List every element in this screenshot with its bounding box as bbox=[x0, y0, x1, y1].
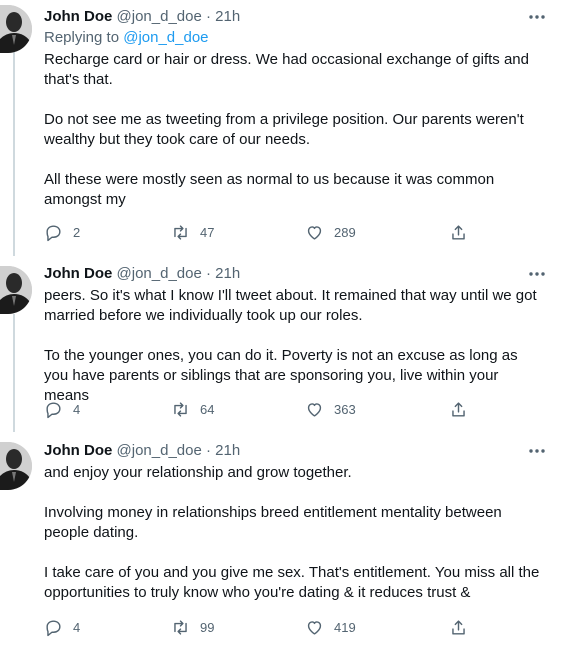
reply-count: 4 bbox=[73, 619, 81, 635]
reply-button[interactable]: 4 bbox=[44, 617, 80, 637]
share-icon bbox=[452, 401, 465, 417]
avatar[interactable] bbox=[0, 5, 32, 53]
tweet-actions: 4 64 363 bbox=[44, 399, 484, 419]
reply-count: 2 bbox=[73, 224, 81, 240]
share-button[interactable] bbox=[449, 399, 468, 419]
reply-button[interactable]: 2 bbox=[44, 222, 80, 242]
tweet-paragraph: Recharge card or hair or dress. We had o… bbox=[44, 51, 529, 88]
retweet-button[interactable]: 47 bbox=[171, 222, 214, 242]
author-name[interactable]: John Doe bbox=[44, 265, 112, 282]
tweet-actions: 4 99 419 bbox=[44, 617, 484, 637]
avatar[interactable] bbox=[0, 442, 32, 490]
like-button[interactable]: 289 bbox=[305, 222, 356, 242]
avatar[interactable] bbox=[0, 266, 32, 314]
like-button[interactable]: 363 bbox=[305, 399, 356, 419]
replying-to: Replying to @jon_d_doe bbox=[44, 28, 209, 48]
tweet-paragraph: I take care of you and you give me sex. … bbox=[44, 564, 540, 601]
more-options-icon[interactable] bbox=[527, 7, 547, 27]
like-count: 419 bbox=[334, 619, 356, 635]
separator: · bbox=[206, 265, 211, 282]
like-icon bbox=[307, 402, 322, 417]
like-count: 289 bbox=[334, 224, 356, 240]
tweet-text: Recharge card or hair or dress. We had o… bbox=[44, 50, 544, 210]
retweet-button[interactable]: 64 bbox=[171, 399, 214, 419]
replying-to-handle-link[interactable]: @jon_d_doe bbox=[123, 29, 208, 46]
tweet[interactable]: John Doe @jon_d_doe · 21h and enjoy your… bbox=[0, 438, 565, 648]
author-handle[interactable]: @jon_d_doe bbox=[117, 265, 202, 282]
like-button[interactable]: 419 bbox=[305, 617, 356, 637]
more-options-icon[interactable] bbox=[527, 441, 547, 461]
more-options-icon[interactable] bbox=[527, 264, 547, 284]
retweet-icon bbox=[174, 401, 187, 417]
retweet-count: 64 bbox=[200, 401, 215, 417]
like-icon bbox=[307, 620, 322, 635]
timestamp[interactable]: 21h bbox=[215, 442, 240, 459]
author-name[interactable]: John Doe bbox=[44, 442, 112, 459]
like-count: 363 bbox=[334, 401, 356, 417]
like-icon bbox=[307, 225, 322, 240]
retweet-count: 47 bbox=[200, 224, 215, 240]
tweet-header: John Doe @jon_d_doe · 21h bbox=[44, 7, 240, 27]
tweet-paragraph: Involving money in relationships breed e… bbox=[44, 504, 502, 541]
reply-button[interactable]: 4 bbox=[44, 399, 80, 419]
retweet-count: 99 bbox=[200, 619, 215, 635]
share-button[interactable] bbox=[449, 222, 468, 242]
tweet-actions: 2 47 289 bbox=[44, 222, 484, 242]
replying-to-label: Replying to bbox=[44, 29, 120, 46]
retweet-button[interactable]: 99 bbox=[171, 617, 214, 637]
share-icon bbox=[452, 224, 465, 240]
retweet-icon bbox=[174, 619, 187, 635]
tweet-paragraph: and enjoy your relationship and grow tog… bbox=[44, 464, 352, 481]
reply-icon bbox=[46, 619, 61, 636]
tweet-paragraph: All these were mostly seen as normal to … bbox=[44, 171, 495, 208]
tweet-paragraph: Do not see me as tweeting from a privile… bbox=[44, 111, 524, 148]
author-handle[interactable]: @jon_d_doe bbox=[117, 8, 202, 25]
author-handle[interactable]: @jon_d_doe bbox=[117, 442, 202, 459]
retweet-icon bbox=[174, 224, 187, 240]
reply-icon bbox=[46, 401, 61, 418]
separator: · bbox=[206, 442, 211, 459]
share-icon bbox=[452, 619, 465, 635]
timestamp[interactable]: 21h bbox=[215, 265, 240, 282]
tweet[interactable]: John Doe @jon_d_doe · 21h peers. So it's… bbox=[0, 262, 565, 432]
author-name[interactable]: John Doe bbox=[44, 8, 112, 25]
tweet-text: peers. So it's what I know I'll tweet ab… bbox=[44, 286, 544, 406]
tweet-paragraph: peers. So it's what I know I'll tweet ab… bbox=[44, 287, 537, 324]
separator: · bbox=[206, 8, 211, 25]
tweet-paragraph: To the younger ones, you can do it. Pove… bbox=[44, 347, 518, 404]
timestamp[interactable]: 21h bbox=[215, 8, 240, 25]
tweet-header: John Doe @jon_d_doe · 21h bbox=[44, 264, 240, 284]
reply-count: 4 bbox=[73, 401, 81, 417]
tweet-header: John Doe @jon_d_doe · 21h bbox=[44, 441, 240, 461]
tweet[interactable]: John Doe @jon_d_doe · 21h Replying to @j… bbox=[0, 0, 565, 256]
tweet-text: and enjoy your relationship and grow tog… bbox=[44, 463, 544, 603]
share-button[interactable] bbox=[449, 617, 468, 637]
reply-icon bbox=[46, 224, 61, 241]
